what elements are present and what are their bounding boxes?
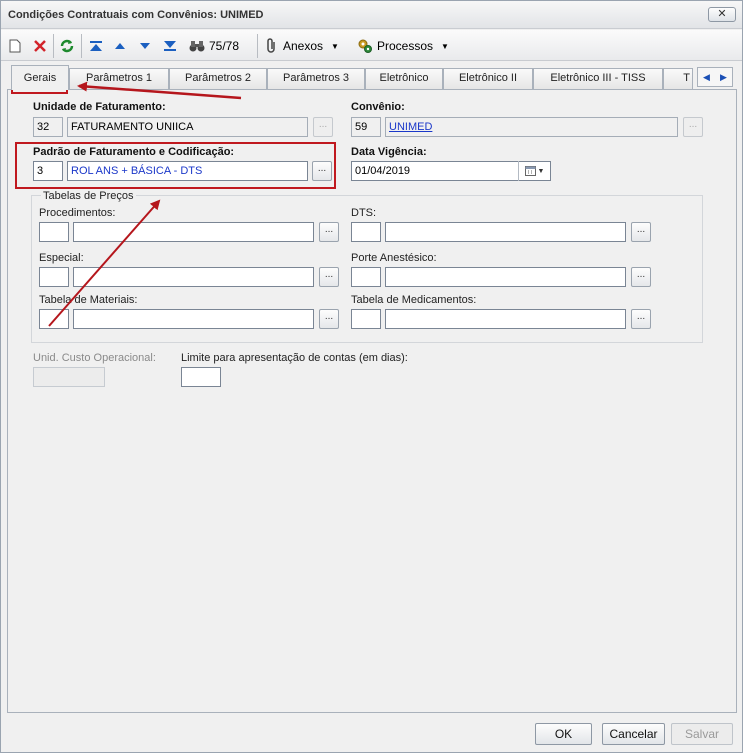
materiais-label: Tabela de Materiais: xyxy=(39,294,138,306)
toolbar-separator xyxy=(53,34,54,58)
dts-name-field xyxy=(385,222,626,242)
custo-operacional-label: Unid. Custo Operacional: xyxy=(33,352,156,364)
first-record-button[interactable] xyxy=(89,35,103,57)
refresh-icon xyxy=(60,39,74,53)
porte-lookup-button[interactable]: ... xyxy=(631,267,651,287)
toolbar-separator xyxy=(81,34,82,58)
tab-eletronico[interactable]: Eletrônico xyxy=(365,68,443,89)
medicamentos-code-field[interactable] xyxy=(351,309,381,329)
processes-menu[interactable]: Processos ▼ xyxy=(357,35,449,57)
convenio-code-field[interactable]: 59 xyxy=(351,117,381,137)
previous-record-button[interactable] xyxy=(114,35,126,57)
tab-truncated[interactable]: T xyxy=(663,68,693,89)
binoculars-icon xyxy=(189,41,205,52)
porte-name-field xyxy=(385,267,626,287)
date-picker-button[interactable]: ▼ xyxy=(518,161,550,181)
convenio-name-link[interactable]: UNIMED xyxy=(385,117,678,137)
first-record-icon xyxy=(90,41,102,51)
especial-code-field[interactable] xyxy=(39,267,69,287)
record-counter: 75/78 xyxy=(209,39,240,53)
tab-gerais[interactable]: Gerais xyxy=(11,65,69,90)
toolbar: 75/78 Anexos ▼ Processos ▼ xyxy=(1,30,742,61)
next-record-icon xyxy=(140,43,150,49)
delete-button[interactable] xyxy=(33,35,47,57)
unidade-code-field[interactable]: 32 xyxy=(33,117,63,137)
scroll-right-icon[interactable]: ▶ xyxy=(720,72,727,83)
medicamentos-label: Tabela de Medicamentos: xyxy=(351,294,477,306)
new-document-icon xyxy=(9,39,21,53)
ok-button[interactable]: OK xyxy=(535,723,592,745)
tab-eletronico-ii[interactable]: Eletrônico II xyxy=(443,68,533,89)
paperclip-icon xyxy=(267,38,275,53)
tab-parametros-1[interactable]: Parâmetros 1 xyxy=(69,68,169,89)
medicamentos-name-field xyxy=(385,309,626,329)
toolbar-separator xyxy=(257,34,258,58)
porte-code-field[interactable] xyxy=(351,267,381,287)
dts-label: DTS: xyxy=(351,207,377,219)
tab-parametros-2[interactable]: Parâmetros 2 xyxy=(169,68,267,89)
procedimentos-label: Procedimentos: xyxy=(39,207,116,219)
attachments-label: Anexos xyxy=(283,39,324,53)
scroll-left-icon[interactable]: ◀ xyxy=(703,72,710,83)
especial-lookup-button[interactable]: ... xyxy=(319,267,339,287)
dts-lookup-button[interactable]: ... xyxy=(631,222,651,242)
especial-label: Especial: xyxy=(39,252,84,264)
last-record-icon xyxy=(164,41,176,51)
tab-strip: Gerais Parâmetros 1 Parâmetros 2 Parâmet… xyxy=(7,65,737,90)
calendar-icon xyxy=(524,166,536,176)
procedimentos-lookup-button[interactable]: ... xyxy=(319,222,339,242)
unidade-label: Unidade de Faturamento: xyxy=(33,101,166,113)
tabelas-group-title: Tabelas de Preços xyxy=(41,190,136,202)
materiais-code-field[interactable] xyxy=(39,309,69,329)
tab-scroll-buttons: ◀ ▶ xyxy=(697,67,733,87)
procedimentos-name-field xyxy=(73,222,314,242)
previous-record-icon xyxy=(115,43,125,49)
title-bar: Condições Contratuais com Convênios: UNI… xyxy=(1,1,742,29)
dts-code-field[interactable] xyxy=(351,222,381,242)
find-record-button[interactable]: 75/78 xyxy=(189,35,239,57)
cancel-button[interactable]: Cancelar xyxy=(602,723,665,745)
save-button[interactable]: Salvar xyxy=(671,723,733,745)
gears-icon xyxy=(358,39,372,53)
delete-icon xyxy=(34,40,46,52)
medicamentos-lookup-button[interactable]: ... xyxy=(631,309,651,329)
last-record-button[interactable] xyxy=(163,35,177,57)
chevron-down-icon: ▼ xyxy=(441,41,449,51)
processes-label: Processos xyxy=(377,39,434,53)
window-title: Condições Contratuais com Convênios: UNI… xyxy=(8,9,264,21)
materiais-name-field xyxy=(73,309,314,329)
limite-label: Limite para apresentação de contas (em d… xyxy=(181,352,408,364)
chevron-down-icon: ▼ xyxy=(537,167,545,175)
procedimentos-code-field[interactable] xyxy=(39,222,69,242)
convenio-label: Convênio: xyxy=(351,101,405,113)
vigencia-label: Data Vigência: xyxy=(351,146,427,158)
especial-name-field xyxy=(73,267,314,287)
refresh-button[interactable] xyxy=(59,35,75,57)
porte-label: Porte Anestésico: xyxy=(351,252,437,264)
unidade-lookup-button[interactable]: ... xyxy=(313,117,333,137)
new-record-button[interactable] xyxy=(9,35,21,57)
padrao-highlight-box xyxy=(15,142,336,189)
limite-dias-field[interactable] xyxy=(181,367,221,387)
convenio-lookup-button[interactable]: ... xyxy=(683,117,703,137)
materiais-lookup-button[interactable]: ... xyxy=(319,309,339,329)
attachments-menu[interactable]: Anexos ▼ xyxy=(265,35,339,57)
unidade-name-field: FATURAMENTO UNIICA xyxy=(67,117,308,137)
close-button[interactable]: ✕ xyxy=(708,7,736,22)
tab-eletronico-iii-tiss[interactable]: Eletrônico III - TISS xyxy=(533,68,663,89)
dialog-window: Condições Contratuais com Convênios: UNI… xyxy=(0,0,743,753)
tab-parametros-3[interactable]: Parâmetros 3 xyxy=(267,68,365,89)
next-record-button[interactable] xyxy=(139,35,151,57)
custo-operacional-field xyxy=(33,367,105,387)
chevron-down-icon: ▼ xyxy=(331,41,339,51)
